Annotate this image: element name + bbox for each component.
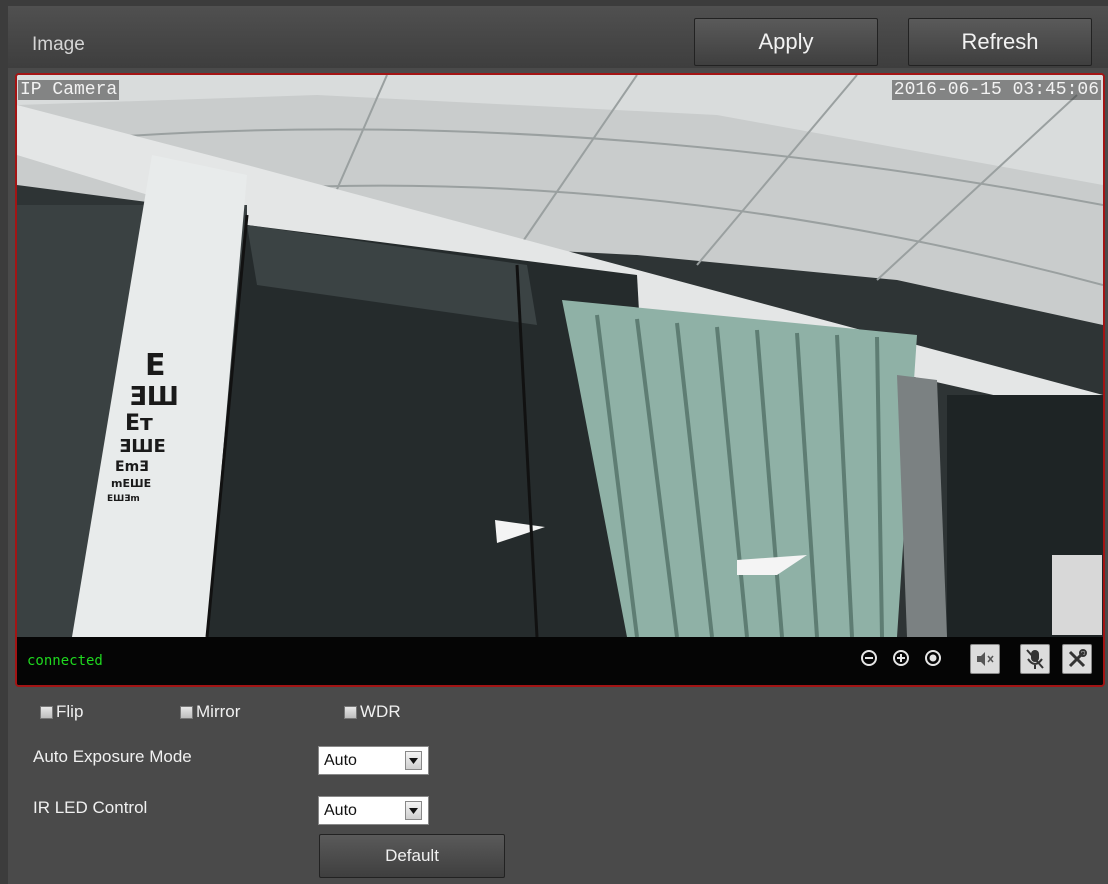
record-icon[interactable] xyxy=(923,648,943,668)
zoom-in-icon[interactable] xyxy=(891,648,911,668)
wdr-label: WDR xyxy=(360,702,401,721)
wdr-checkbox-box[interactable] xyxy=(344,705,357,719)
video-control-bar: connected xyxy=(17,637,1103,685)
svg-text:EШƎm: EШƎm xyxy=(107,494,140,504)
camera-name-overlay: IP Camera xyxy=(18,80,120,100)
chevron-down-icon[interactable] xyxy=(405,801,422,820)
default-button[interactable]: Default xyxy=(319,834,505,878)
svg-text:ƎШ: ƎШ xyxy=(129,382,179,412)
exposure-select-value: Auto xyxy=(324,751,357,769)
chevron-down-icon[interactable] xyxy=(405,751,422,770)
exposure-select[interactable]: Auto xyxy=(318,746,429,775)
connection-status: connected xyxy=(27,653,103,669)
mute-speaker-icon[interactable] xyxy=(970,644,1000,674)
mirror-label: Mirror xyxy=(196,702,241,721)
flip-checkbox[interactable]: Flip xyxy=(40,702,83,722)
exposure-label: Auto Exposure Mode xyxy=(33,747,192,766)
svg-text:Eт: Eт xyxy=(125,411,153,436)
irled-label: IR LED Control xyxy=(33,798,148,817)
image-options: Flip Mirror WDR Auto Exposure Mode Auto … xyxy=(0,690,1108,884)
camera-video-feed: E ƎШ Eт ƎШE EmƎ mEШE EШƎm xyxy=(17,75,1103,637)
irled-select[interactable]: Auto xyxy=(318,796,429,825)
svg-text:E: E xyxy=(145,348,166,383)
mirror-checkbox-box[interactable] xyxy=(180,705,193,719)
irled-select-value: Auto xyxy=(324,801,357,819)
timestamp-overlay: 2016-06-15 03:45:06 xyxy=(891,80,1101,100)
flip-label: Flip xyxy=(56,702,84,721)
settings-tools-icon[interactable] xyxy=(1062,644,1092,674)
svg-text:ƎШE: ƎШE xyxy=(119,436,166,457)
mirror-checkbox[interactable]: Mirror xyxy=(180,702,240,722)
zoom-out-icon[interactable] xyxy=(859,648,879,668)
wdr-checkbox[interactable]: WDR xyxy=(344,702,401,722)
svg-text:EmƎ: EmƎ xyxy=(115,459,149,475)
svg-text:mEШE: mEШE xyxy=(111,477,151,490)
page-title: Image xyxy=(32,34,85,55)
refresh-button[interactable]: Refresh xyxy=(908,18,1092,66)
mute-mic-icon[interactable] xyxy=(1020,644,1050,674)
apply-button[interactable]: Apply xyxy=(694,18,878,66)
header-bar: Image Apply Refresh xyxy=(8,6,1108,68)
flip-checkbox-box[interactable] xyxy=(40,705,53,719)
camera-viewer: E ƎШ Eт ƎШE EmƎ mEШE EШƎm IP Camera 2016… xyxy=(15,73,1105,687)
